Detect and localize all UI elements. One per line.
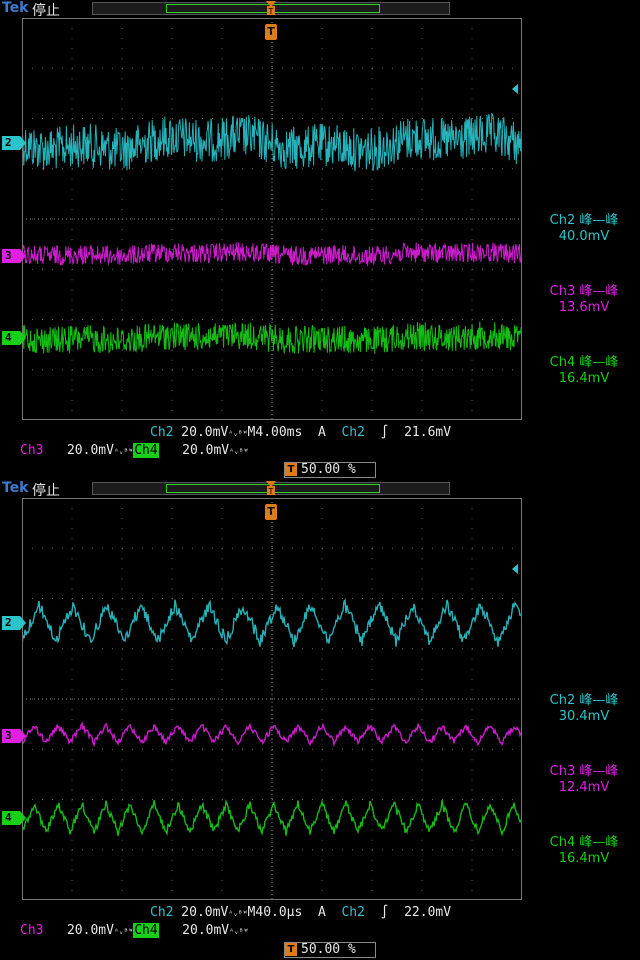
ch4-scale: 20.0mV	[174, 923, 230, 938]
ch4-marker[interactable]: 4	[2, 331, 26, 345]
ch2-label[interactable]: Ch2	[150, 905, 173, 920]
ch2-measurement: Ch2 峰—峰 40.0mV	[530, 213, 638, 245]
ch4-measurement: Ch4 峰—峰 16.4mV	[530, 835, 638, 867]
ch2-measurement-value: 40.0mV	[558, 229, 610, 244]
ch4-measurement-label: Ch4 峰—峰	[549, 835, 619, 850]
acquisition-mode: A	[318, 905, 326, 920]
waveform-screen-border	[22, 498, 522, 900]
ch2-scale: 20.0mV	[173, 425, 229, 440]
ch3-marker[interactable]: 3	[2, 249, 26, 263]
trigger-level-icon[interactable]	[512, 84, 518, 94]
acquisition-state: 停止	[32, 3, 60, 19]
ch3-measurement-label: Ch3 峰—峰	[549, 764, 619, 779]
ch2-measurement-label: Ch2 峰—峰	[549, 693, 619, 708]
ch2-measurement-value: 30.4mV	[558, 709, 610, 724]
acquisition-mode: A	[318, 425, 326, 440]
bandwidth-icon: ᴬᵥᴮᵂ	[228, 909, 248, 918]
ch2-scale: 20.0mV	[173, 905, 229, 920]
ch4-marker[interactable]: 4	[2, 811, 26, 825]
trigger-source[interactable]: Ch2	[341, 425, 364, 440]
timebase[interactable]: M4.00ms	[248, 425, 303, 440]
trigger-position-value: 50.00 %	[301, 462, 356, 477]
ch2-label[interactable]: Ch2	[150, 425, 173, 440]
scope-panel-bottom: Tek 停止 T T 2 3 4 Ch2 峰—峰 30.4mV Ch3 峰—峰 …	[0, 480, 640, 960]
trigger-level[interactable]: 22.0mV	[404, 905, 451, 920]
ch2-measurement: Ch2 峰—峰 30.4mV	[530, 693, 638, 725]
ch3-label[interactable]: Ch3	[20, 923, 43, 938]
ch3-scale: 20.0mV	[59, 923, 114, 938]
ch4-measurement-label: Ch4 峰—峰	[549, 355, 619, 370]
status-row-1: Ch2 20.0mVᴬᵥᴮᵂM40.0µs A Ch2 ∫ 22.0mV	[150, 905, 451, 921]
trigger-position-icon: T	[266, 1, 276, 15]
bandwidth-icon: ᴬᵥᴮᵂ	[228, 429, 248, 438]
status-row-1: Ch2 20.0mVᴬᵥᴮᵂM4.00ms A Ch2 ∫ 21.6mV	[150, 425, 451, 441]
ch3-scale: 20.0mV	[59, 443, 114, 458]
bandwidth-icon: ᴬᵥᴮᵂ	[113, 447, 134, 456]
ch3-label[interactable]: Ch3	[20, 443, 43, 458]
ch3-measurement: Ch3 峰—峰 12.4mV	[530, 764, 638, 796]
title-bar: Tek 停止 T	[0, 0, 640, 19]
acquisition-state: 停止	[32, 483, 60, 499]
svg-text:T: T	[268, 487, 274, 495]
trigger-t-icon: T	[285, 943, 297, 956]
trigger-position-readout: T 50.00 %	[284, 942, 376, 958]
timebase[interactable]: M40.0µs	[248, 905, 303, 920]
ch4-measurement: Ch4 峰—峰 16.4mV	[530, 355, 638, 387]
scope-panel-top: Tek 停止 T T 2 3 4 Ch2 峰—峰 40.0mV Ch3 峰—峰 …	[0, 0, 640, 480]
trigger-slope-icon: ∫	[380, 425, 389, 440]
title-bar: Tek 停止 T	[0, 480, 640, 499]
waveform-screen-border	[22, 18, 522, 420]
svg-text:T: T	[268, 7, 274, 15]
ch4-label[interactable]: Ch4	[133, 443, 159, 458]
ch4-label[interactable]: Ch4	[133, 923, 159, 938]
trigger-t-icon: T	[285, 463, 297, 476]
trigger-position-icon: T	[266, 481, 276, 495]
trigger-slope-icon: ∫	[380, 905, 389, 920]
ch3-measurement-value: 13.6mV	[558, 300, 610, 315]
ch3-measurement-label: Ch3 峰—峰	[549, 284, 619, 299]
ch4-measurement-value: 16.4mV	[558, 851, 610, 866]
ch2-marker[interactable]: 2	[2, 616, 26, 630]
ch4-measurement-value: 16.4mV	[558, 371, 610, 386]
status-row-2: Ch3 20.0mVᴬᵥᴮᵂCh4 20.0mVᴬᵥᴮᵂ	[20, 443, 249, 458]
ch4-scale: 20.0mV	[174, 443, 230, 458]
ch3-marker[interactable]: 3	[2, 729, 26, 743]
brand-logo: Tek	[2, 0, 29, 16]
trigger-source[interactable]: Ch2	[341, 905, 364, 920]
status-row-2: Ch3 20.0mVᴬᵥᴮᵂCh4 20.0mVᴬᵥᴮᵂ	[20, 923, 249, 938]
ch3-measurement-value: 12.4mV	[558, 780, 610, 795]
ch3-measurement: Ch3 峰—峰 13.6mV	[530, 284, 638, 316]
trigger-level-icon[interactable]	[512, 564, 518, 574]
brand-logo: Tek	[2, 480, 29, 496]
ch2-measurement-label: Ch2 峰—峰	[549, 213, 619, 228]
trigger-position-value: 50.00 %	[301, 942, 356, 957]
bandwidth-icon: ᴬᵥᴮᵂ	[113, 927, 134, 936]
trigger-level[interactable]: 21.6mV	[404, 425, 451, 440]
ch2-marker[interactable]: 2	[2, 136, 26, 150]
trigger-position-readout: T 50.00 %	[284, 462, 376, 478]
